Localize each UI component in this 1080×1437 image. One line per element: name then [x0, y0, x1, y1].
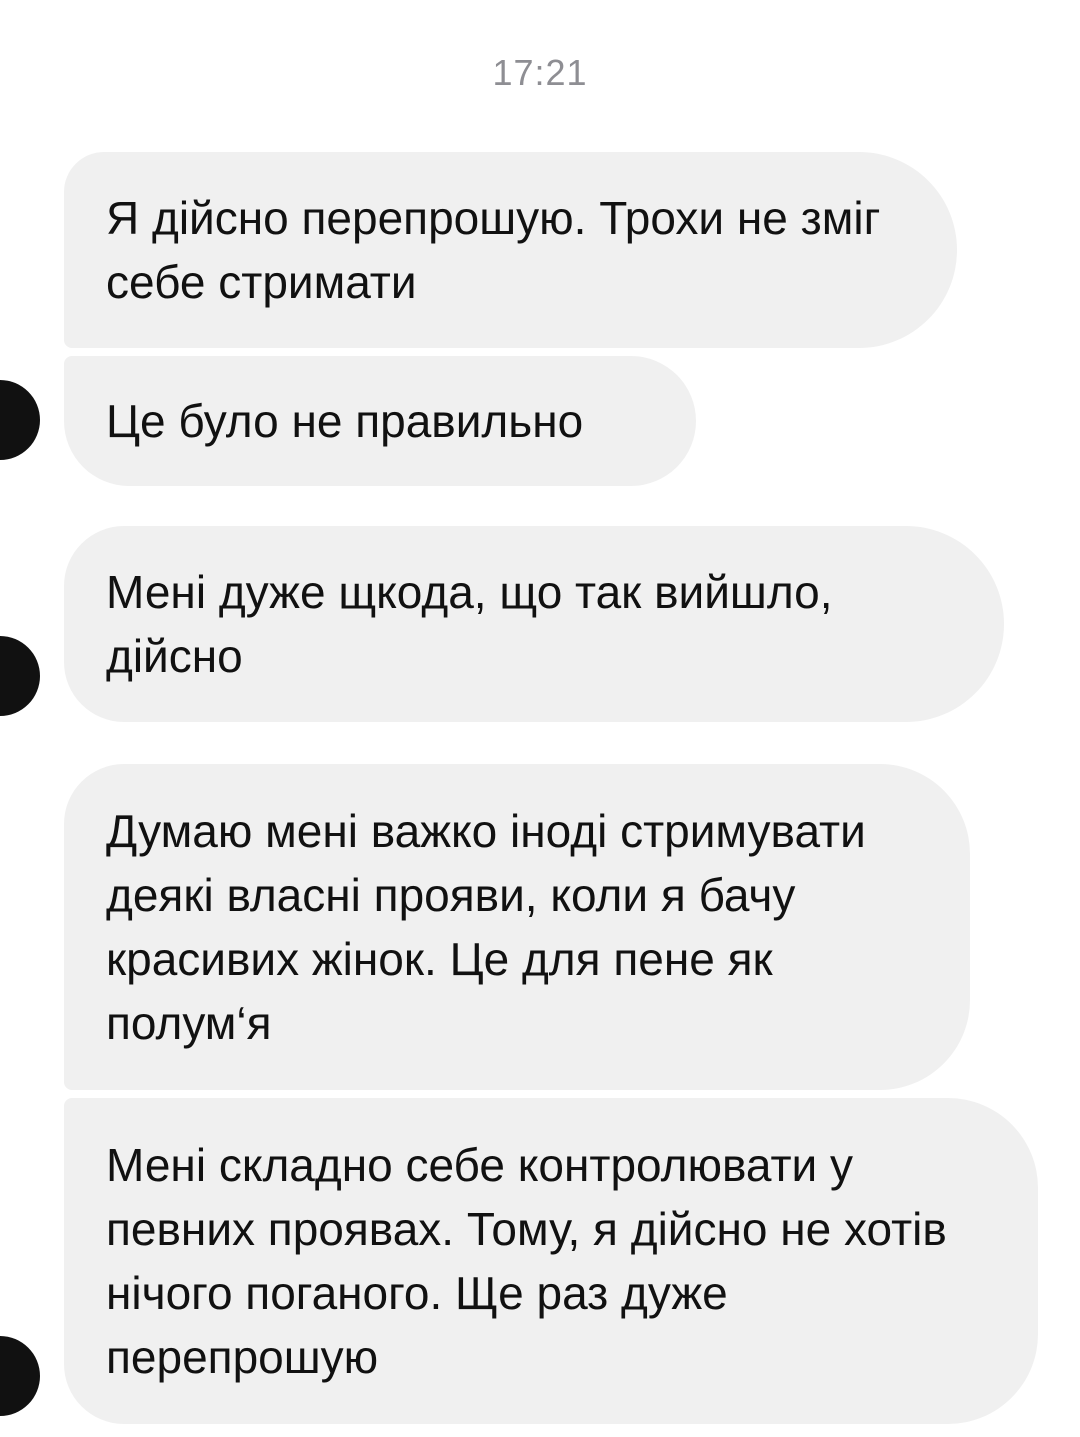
avatar-icon[interactable] [0, 380, 40, 460]
message-timestamp: 17:21 [492, 52, 588, 93]
message-text: Думаю мені важко іноді стримувати деякі … [106, 805, 866, 1049]
avatar-icon[interactable] [0, 1336, 40, 1416]
avatar-icon[interactable] [0, 636, 40, 716]
message-text: Це було не правильно [106, 395, 584, 447]
message-bubble[interactable]: Мені складно себе контролювати у певних … [64, 1098, 1038, 1424]
message-bubble[interactable]: Мені дуже щкода, що так вийшло, дійсно [64, 526, 1004, 722]
message-bubble[interactable]: Думаю мені важко іноді стримувати деякі … [64, 764, 970, 1090]
message-bubble[interactable]: Я дійсно перепрошую. Трохи не зміг себе … [64, 152, 957, 348]
message-text: Мені дуже щкода, що так вийшло, дійсно [106, 566, 833, 682]
message-text: Мені складно себе контролювати у певних … [106, 1139, 947, 1383]
message-text: Я дійсно перепрошую. Трохи не зміг себе … [106, 192, 881, 308]
message-bubble[interactable]: Це було не правильно [64, 356, 696, 486]
